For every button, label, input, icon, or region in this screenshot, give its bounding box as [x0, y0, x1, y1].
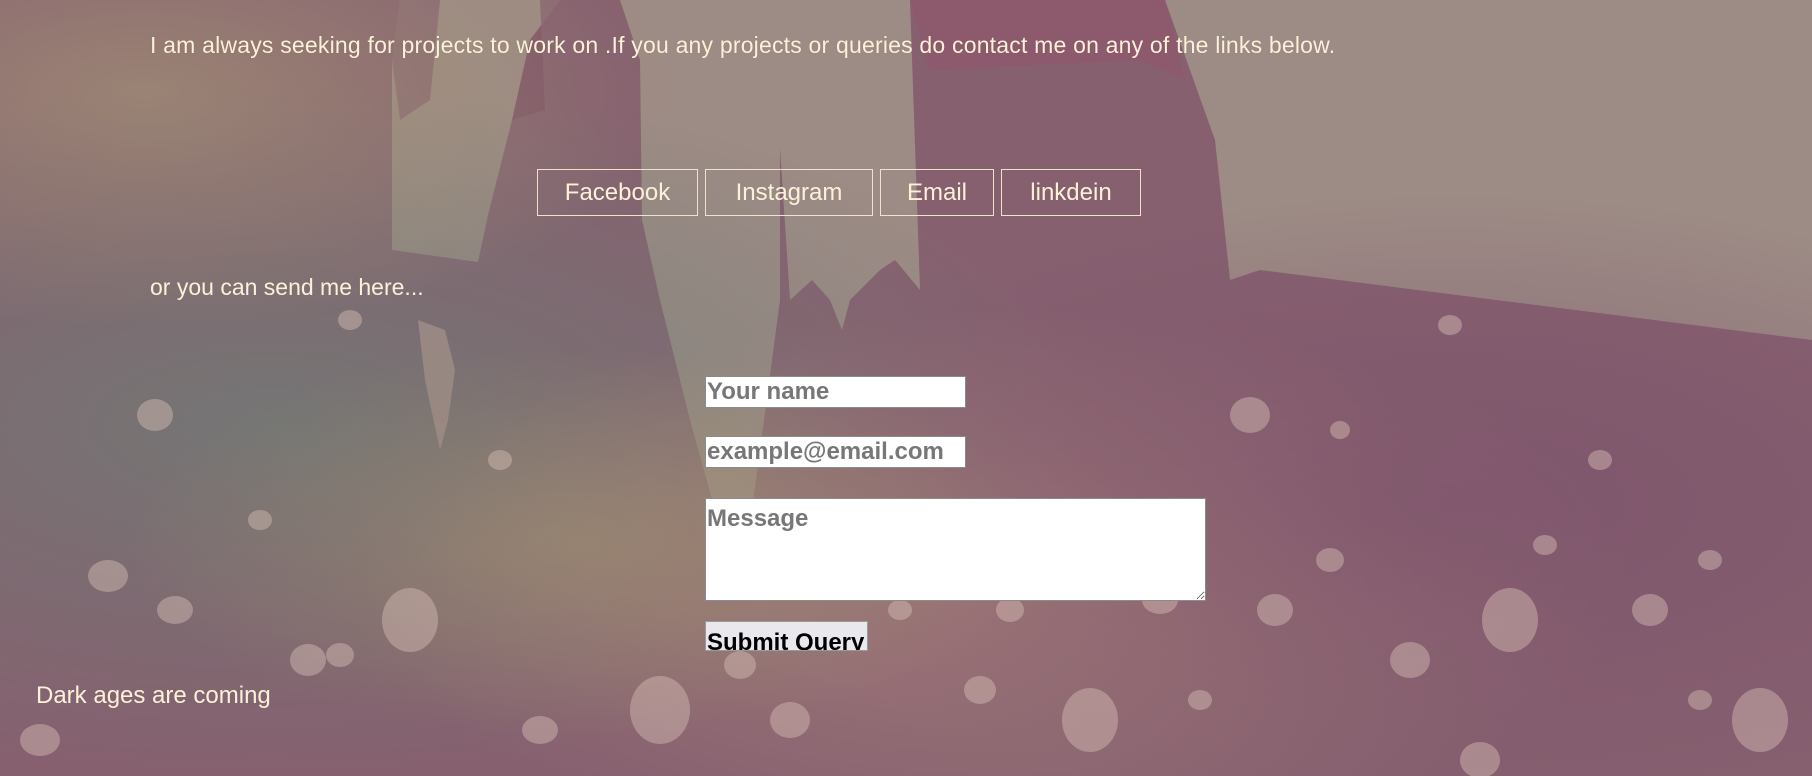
email-link[interactable]: Email [880, 169, 994, 216]
instagram-link[interactable]: Instagram [705, 169, 873, 216]
name-input[interactable] [705, 376, 966, 408]
email-input[interactable] [705, 436, 966, 468]
contact-intro-text: I am always seeking for projects to work… [150, 32, 1336, 58]
submit-query-button[interactable]: Submit Query [705, 621, 868, 651]
social-links: Facebook Instagram Email linkdein [537, 169, 1141, 216]
form-intro-text: or you can send me here... [150, 274, 424, 300]
footer-tagline: Dark ages are coming [36, 682, 271, 709]
message-textarea[interactable] [705, 498, 1206, 601]
linkedin-link[interactable]: linkdein [1001, 169, 1141, 216]
contact-section: I am always seeking for projects to work… [0, 0, 1812, 776]
facebook-link[interactable]: Facebook [537, 169, 698, 216]
